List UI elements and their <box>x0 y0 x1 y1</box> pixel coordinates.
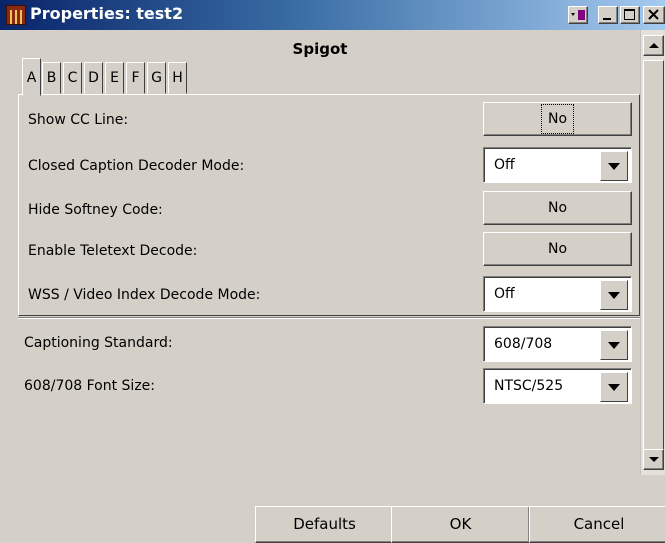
tab-c[interactable]: C <box>63 62 82 94</box>
font-size-select[interactable]: NTSC/525 <box>483 368 632 404</box>
font-size-label: 608/708 Font Size: <box>24 378 155 394</box>
teletext-value: No <box>547 241 568 257</box>
chevron-down-icon <box>608 292 620 299</box>
ok-button[interactable]: OK <box>391 506 530 543</box>
show-cc-line-button[interactable]: No <box>483 102 632 136</box>
chevron-down-icon <box>608 342 620 349</box>
wss-mode-select[interactable]: Off <box>483 276 632 312</box>
captioning-standard-value: 608/708 <box>494 336 553 352</box>
close-icon <box>648 9 659 20</box>
dropdown-button[interactable] <box>600 280 628 310</box>
cancel-button[interactable]: Cancel <box>529 506 665 543</box>
down-arrow-icon <box>649 457 659 462</box>
scroll-up-button[interactable] <box>643 35 664 56</box>
dropdown-button[interactable] <box>600 372 628 402</box>
tab-g[interactable]: G <box>147 62 166 94</box>
wss-mode-value: Off <box>494 286 515 302</box>
cc-decoder-mode-value: Off <box>494 157 515 173</box>
show-cc-line-label: Show CC Line: <box>28 112 129 128</box>
teletext-button[interactable]: No <box>483 232 632 266</box>
tab-e[interactable]: E <box>105 62 124 94</box>
hide-softney-value: No <box>547 200 568 216</box>
scroll-thumb[interactable] <box>643 60 664 450</box>
minimize-icon <box>603 18 611 20</box>
defaults-button[interactable]: Defaults <box>255 506 394 543</box>
tab-h[interactable]: H <box>168 62 187 94</box>
scroll-down-button[interactable] <box>643 449 664 470</box>
tab-b[interactable]: B <box>42 62 61 94</box>
hide-softney-button[interactable]: No <box>483 191 632 225</box>
app-icon <box>6 5 26 25</box>
section-divider <box>18 317 640 319</box>
vertical-scrollbar[interactable] <box>640 30 665 475</box>
tab-f[interactable]: F <box>126 62 145 94</box>
section-title: Spigot <box>292 40 348 58</box>
chevron-down-icon <box>608 384 620 391</box>
teletext-label: Enable Teletext Decode: <box>28 243 198 259</box>
dropdown-button[interactable] <box>600 151 628 181</box>
window-menu-icon <box>571 10 585 20</box>
chevron-down-icon <box>608 163 620 170</box>
hide-softney-label: Hide Softney Code: <box>28 202 163 218</box>
maximize-icon <box>624 9 635 20</box>
window-title: Properties: test2 <box>30 4 184 23</box>
captioning-standard-label: Captioning Standard: <box>24 335 173 351</box>
font-size-value: NTSC/525 <box>494 378 564 394</box>
window-menu-button[interactable] <box>568 6 588 24</box>
captioning-standard-select[interactable]: 608/708 <box>483 326 632 362</box>
close-button[interactable] <box>643 6 665 24</box>
up-arrow-icon <box>649 43 659 48</box>
tab-d[interactable]: D <box>84 62 103 94</box>
cc-decoder-mode-label: Closed Caption Decoder Mode: <box>28 158 245 174</box>
wss-mode-label: WSS / Video Index Decode Mode: <box>28 287 261 303</box>
show-cc-line-value: No <box>540 104 575 134</box>
cc-decoder-mode-select[interactable]: Off <box>483 147 632 183</box>
title-bar[interactable]: Properties: test2 <box>0 0 665 30</box>
dropdown-button[interactable] <box>600 330 628 360</box>
minimize-button[interactable] <box>598 6 618 24</box>
maximize-button[interactable] <box>620 6 640 24</box>
tab-a[interactable]: A <box>22 58 41 96</box>
